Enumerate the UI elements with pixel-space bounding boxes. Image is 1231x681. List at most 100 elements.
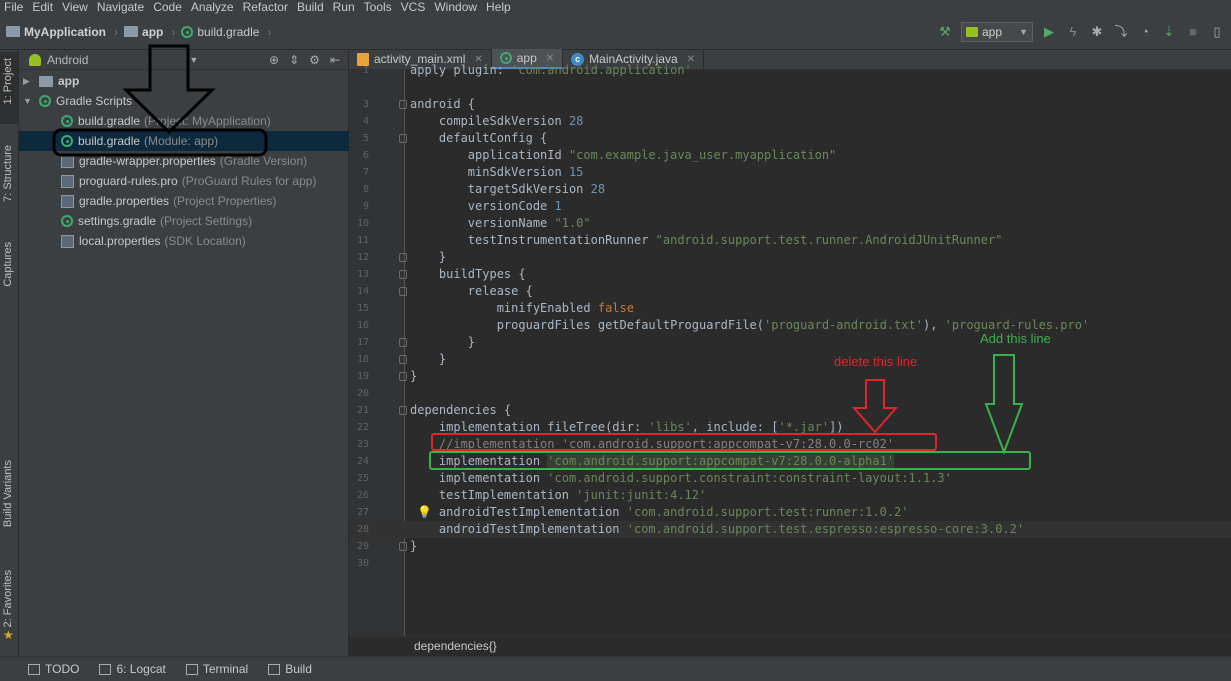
menu-item-view[interactable]: View <box>58 0 93 14</box>
fold-marker-icon[interactable] <box>399 542 407 551</box>
code-text: compileSdkVersion 28 <box>410 114 584 128</box>
code-line[interactable]: 20 <box>349 385 1231 402</box>
fold-marker-icon[interactable] <box>399 134 407 143</box>
code-line[interactable]: 4 compileSdkVersion 28 <box>349 113 1231 130</box>
collapse-all-icon[interactable]: ⇕ <box>289 53 299 67</box>
code-line[interactable]: 8 targetSdkVersion 28 <box>349 181 1231 198</box>
code-line[interactable]: 1 apply plugin: 'com.android.application' <box>349 62 1231 79</box>
bottom-tab-todo[interactable]: TODO <box>28 662 79 676</box>
code-line[interactable]: 9 versionCode 1 <box>349 198 1231 215</box>
tool-tab-structure[interactable]: 7: Structure <box>2 145 14 202</box>
tool-tab-build-variants[interactable]: Build Variants <box>2 460 14 527</box>
breadcrumb-file[interactable]: build.gradle <box>197 25 259 39</box>
code-line[interactable]: 27 💡 androidTestImplementation 'com.andro… <box>349 504 1231 521</box>
menu-item-navigate[interactable]: Navigate <box>93 0 149 14</box>
code-line[interactable]: 25 implementation 'com.android.support.c… <box>349 470 1231 487</box>
make-project-hammer-icon[interactable]: ⚒ <box>937 24 953 40</box>
code-line[interactable]: 10 versionName "1.0" <box>349 215 1231 232</box>
code-editor[interactable]: 1 apply plugin: 'com.android.application'… <box>349 63 1231 636</box>
menu-item-vcs[interactable]: VCS <box>397 0 431 14</box>
menu-item-tools[interactable]: Tools <box>360 0 397 14</box>
code-line[interactable]: 16 proguardFiles getDefaultProguardFile(… <box>349 317 1231 334</box>
fold-marker-icon[interactable] <box>399 355 407 364</box>
code-line[interactable]: 22 implementation fileTree(dir: 'libs', … <box>349 419 1231 436</box>
code-line[interactable]: 15 minifyEnabled false <box>349 300 1231 317</box>
fold-marker-icon[interactable] <box>399 406 407 415</box>
tree-item[interactable]: build.gradle (Project: MyApplication) <box>19 111 349 131</box>
chevron-down-icon[interactable]: ▼ <box>189 55 198 65</box>
code-text: minSdkVersion 15 <box>410 165 584 179</box>
menu-item-edit[interactable]: Edit <box>28 0 58 14</box>
menu-item-analyze[interactable]: Analyze <box>187 0 239 14</box>
tree-item[interactable]: proguard-rules.pro (ProGuard Rules for ap… <box>19 171 349 191</box>
tree-item[interactable]: gradle.properties (Project Properties) <box>19 191 349 211</box>
tree-item[interactable]: ▼ Gradle Scripts <box>19 91 349 111</box>
menu-item-run[interactable]: Run <box>329 0 360 14</box>
expand-down-icon[interactable]: ▼ <box>23 96 33 106</box>
fold-marker-icon[interactable] <box>399 100 407 109</box>
line-number: 3 <box>362 99 369 110</box>
code-line[interactable]: 14 release { <box>349 283 1231 300</box>
code-line[interactable]: 11 testInstrumentationRunner "android.su… <box>349 232 1231 249</box>
menu-item-file[interactable]: File <box>0 0 28 14</box>
run-icon[interactable]: ▶ <box>1041 24 1057 40</box>
code-breadcrumb[interactable]: dependencies{} <box>349 636 1231 656</box>
code-line[interactable]: 12 } <box>349 249 1231 266</box>
code-line[interactable]: 7 minSdkVersion 15 <box>349 164 1231 181</box>
hide-panel-icon[interactable]: ⇤ <box>330 53 340 67</box>
settings-gear-icon[interactable]: ⚙ <box>309 53 320 67</box>
code-line[interactable]: 26 testImplementation 'junit:junit:4.12' <box>349 487 1231 504</box>
code-line[interactable]: 6 applicationId "com.example.java_user.m… <box>349 147 1231 164</box>
code-line[interactable]: 18 } <box>349 351 1231 368</box>
code-text: } <box>410 539 418 553</box>
fold-marker-icon[interactable] <box>399 253 407 262</box>
fold-marker-icon[interactable] <box>399 372 407 381</box>
expand-right-icon[interactable]: ▶ <box>23 76 33 87</box>
menu-item-window[interactable]: Window <box>430 0 482 14</box>
bottom-tab-build[interactable]: Build <box>268 662 312 676</box>
code-text: } <box>410 352 447 366</box>
bottom-tab-terminal[interactable]: Terminal <box>185 662 248 676</box>
code-line[interactable]: 23 //implementation 'com.android.support… <box>349 436 1231 453</box>
attach-debugger-icon[interactable]: ⤵ <box>1113 24 1129 40</box>
tree-item[interactable]: local.properties (SDK Location) <box>19 231 349 251</box>
tool-tab-favorites[interactable]: 2: Favorites <box>2 570 14 627</box>
tree-item[interactable]: gradle-wrapper.properties (Gradle Version… <box>19 151 349 171</box>
breadcrumb-module[interactable]: app <box>142 25 163 39</box>
code-line[interactable]: 13 buildTypes { <box>349 266 1231 283</box>
debug-bug-icon[interactable]: ✱ <box>1089 24 1105 40</box>
code-line[interactable]: 17 } <box>349 334 1231 351</box>
menu-item-help[interactable]: Help <box>482 0 516 14</box>
profiler-icon[interactable]: ◔ <box>1137 24 1153 40</box>
locate-file-icon[interactable]: ⊕ <box>269 53 279 67</box>
code-line[interactable]: 21 dependencies { <box>349 402 1231 419</box>
bottom-tab-logcat[interactable]: 6: Logcat <box>99 662 166 676</box>
apply-changes-icon[interactable]: ϟ <box>1065 24 1081 40</box>
line-number: 24 <box>356 456 369 467</box>
stop-icon[interactable]: ■ <box>1185 24 1201 40</box>
code-line[interactable]: 24 implementation 'com.android.support:a… <box>349 453 1231 470</box>
device-manager-icon[interactable]: ▯ <box>1209 24 1225 40</box>
fold-marker-icon[interactable] <box>399 270 407 279</box>
fold-marker-icon[interactable] <box>399 287 407 296</box>
tree-item[interactable]: ▶ app <box>19 71 349 91</box>
breadcrumb-project[interactable]: MyApplication <box>24 25 106 39</box>
tree-item[interactable]: build.gradle (Module: app) <box>19 131 349 151</box>
sync-gradle-icon[interactable]: ⇣ <box>1161 24 1177 40</box>
tool-tab-project[interactable]: 1: Project <box>2 58 14 104</box>
code-line[interactable]: 28 androidTestImplementation 'com.androi… <box>349 521 1231 538</box>
code-line[interactable]: 3 android { <box>349 96 1231 113</box>
menu-item-refactor[interactable]: Refactor <box>239 0 293 14</box>
line-number: 1 <box>362 65 369 76</box>
tool-tab-captures[interactable]: Captures <box>2 242 14 287</box>
code-line[interactable]: 19} <box>349 368 1231 385</box>
run-configuration-select[interactable]: app ▼ <box>961 22 1033 42</box>
tree-item[interactable]: settings.gradle (Project Settings) <box>19 211 349 231</box>
menu-item-code[interactable]: Code <box>149 0 187 14</box>
menu-item-build[interactable]: Build <box>293 0 329 14</box>
project-view-select[interactable]: Android <box>47 53 88 67</box>
code-line[interactable]: 30 <box>349 555 1231 572</box>
fold-marker-icon[interactable] <box>399 338 407 347</box>
code-line[interactable]: 5 defaultConfig { <box>349 130 1231 147</box>
code-line[interactable]: 29} <box>349 538 1231 555</box>
